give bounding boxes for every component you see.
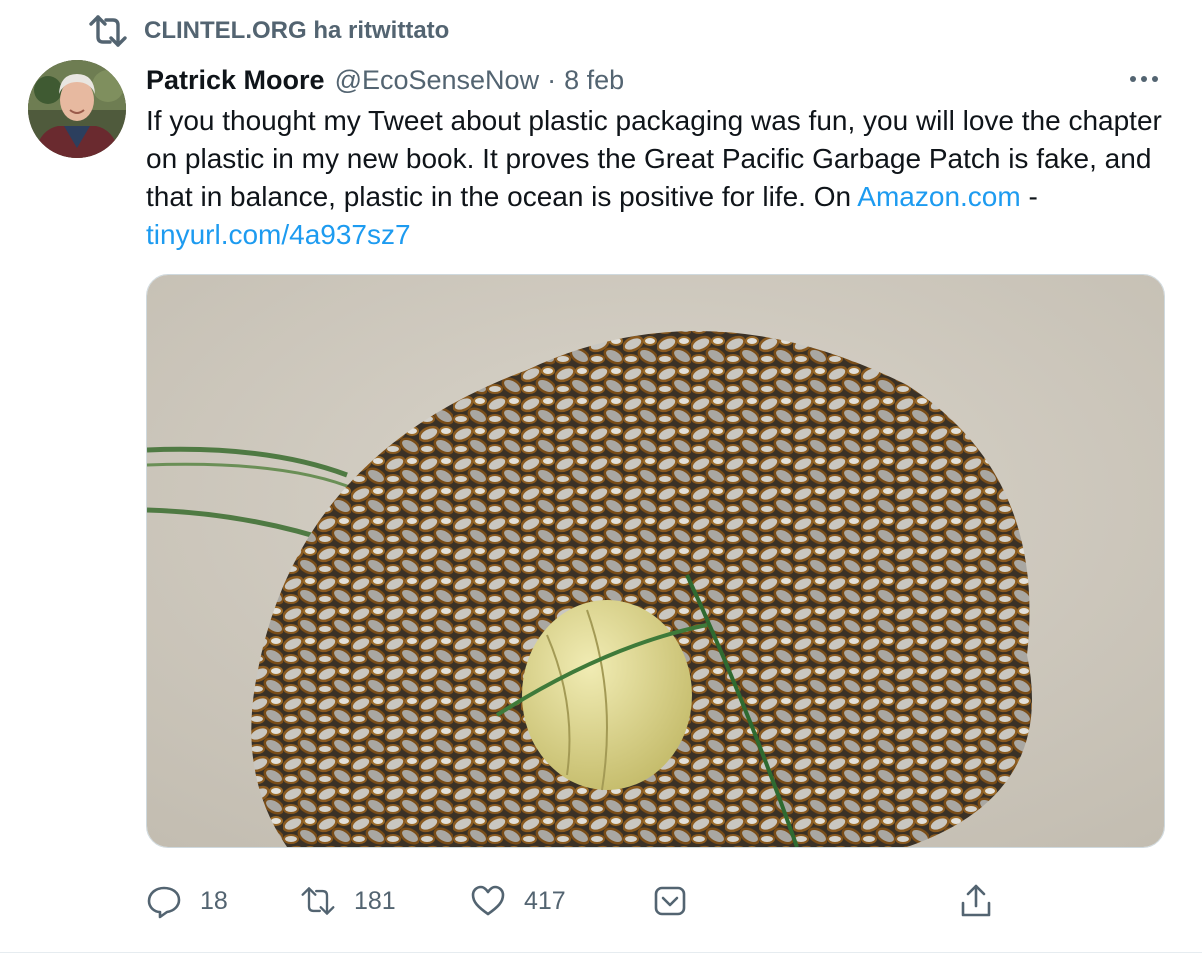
share-icon [961, 884, 991, 917]
reply-button[interactable]: 18 [146, 878, 228, 924]
bookmark-button[interactable] [652, 878, 688, 924]
retweet-context[interactable]: CLINTEL.ORG ha ritwittato [88, 12, 449, 50]
retweet-label: CLINTEL.ORG ha ritwittato [144, 17, 450, 44]
tweet-media[interactable] [146, 274, 1165, 848]
post-date[interactable]: 8 feb [564, 65, 624, 96]
divider [0, 952, 1202, 953]
action-bar: 18 181 417 [146, 878, 1163, 924]
like-button[interactable]: 417 [470, 878, 566, 924]
tinyurl-link[interactable]: tinyurl.com/4a937sz7 [146, 219, 411, 250]
avatar[interactable] [28, 60, 126, 158]
author-handle[interactable]: @EcoSenseNow [335, 65, 540, 96]
retweet-icon [89, 15, 127, 47]
author-name[interactable]: Patrick Moore [146, 65, 325, 96]
reply-count: 18 [200, 886, 228, 915]
retweet-button[interactable]: 181 [300, 878, 396, 924]
reply-icon [147, 886, 181, 919]
more-icon[interactable] [1126, 64, 1162, 94]
like-icon [471, 885, 505, 916]
share-button[interactable] [958, 878, 994, 924]
link-separator: - [1020, 181, 1038, 212]
separator-dot: · [547, 64, 557, 95]
amazon-link[interactable]: Amazon.com [857, 181, 1020, 212]
retweet-icon [301, 887, 335, 915]
avatar-image [28, 60, 126, 158]
tweet-header: Patrick Moore @EcoSenseNow · 8 feb [146, 60, 1162, 100]
barnacle-photo [147, 275, 1164, 847]
bookmark-icon [654, 886, 686, 916]
tweet-text: If you thought my Tweet about plastic pa… [146, 102, 1176, 254]
like-count: 417 [524, 886, 566, 915]
retweet-count: 181 [354, 886, 396, 915]
